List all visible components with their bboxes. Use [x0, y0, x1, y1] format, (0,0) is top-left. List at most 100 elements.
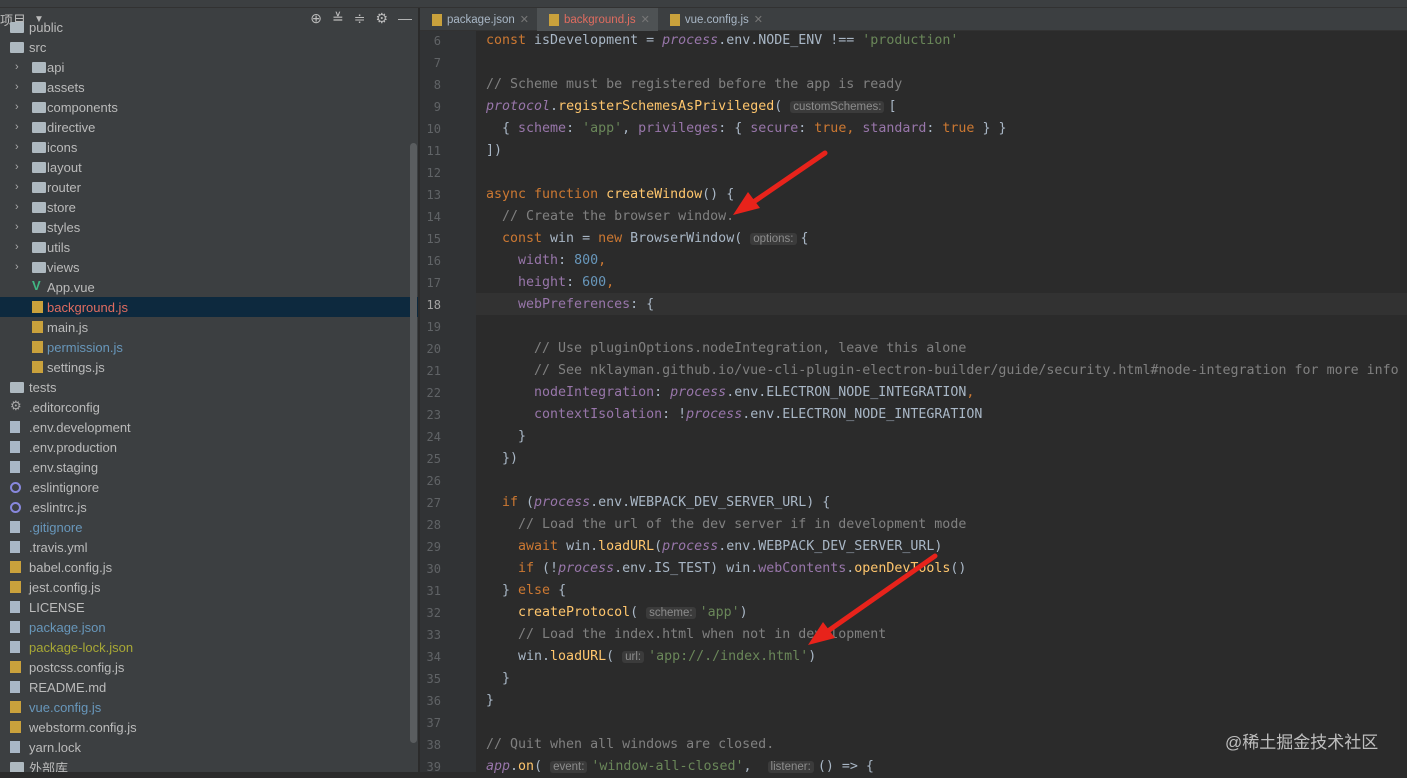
- code-token: : {: [630, 297, 655, 312]
- tree-item[interactable]: .eslintrc.js: [0, 497, 418, 517]
- tree-item[interactable]: › layout: [0, 157, 418, 177]
- tree-item-label: public: [29, 19, 63, 35]
- tree-item[interactable]: .env.production: [0, 437, 418, 457]
- line-number: 16: [426, 254, 441, 268]
- tree-item[interactable]: › views: [0, 257, 418, 277]
- tree-item[interactable]: README.md: [0, 677, 418, 697]
- tree-item[interactable]: › api: [0, 57, 418, 77]
- tree-item[interactable]: yarn.lock: [0, 737, 418, 757]
- file-icon: [10, 461, 20, 473]
- js-file-icon: [10, 661, 21, 673]
- chevron-right-icon[interactable]: ›: [15, 121, 19, 133]
- code-token: async function: [486, 187, 607, 202]
- tree-item-label: layout: [47, 159, 82, 175]
- chevron-right-icon[interactable]: ›: [15, 81, 19, 93]
- line-number: 35: [426, 672, 441, 686]
- sidebar-scrollbar[interactable]: [410, 143, 417, 743]
- tree-item[interactable]: › utils: [0, 237, 418, 257]
- close-icon[interactable]: ✕: [641, 13, 650, 26]
- tree-item[interactable]: › assets: [0, 77, 418, 97]
- code-token: BrowserWindow(: [630, 231, 751, 246]
- tree-item[interactable]: package-lock.json: [0, 637, 418, 657]
- tree-item[interactable]: V App.vue: [0, 277, 418, 297]
- parameter-hint: scheme:: [646, 607, 696, 619]
- code-token: // Scheme must be registered before the …: [486, 77, 903, 92]
- tree-item[interactable]: package.json: [0, 617, 418, 637]
- tab-package-json[interactable]: package.json ✕: [420, 8, 537, 31]
- tree-item[interactable]: babel.config.js: [0, 557, 418, 577]
- chevron-right-icon[interactable]: ›: [15, 201, 19, 213]
- tree-item[interactable]: .travis.yml: [0, 537, 418, 557]
- file-icon: [10, 502, 21, 513]
- tree-item[interactable]: LICENSE: [0, 597, 418, 617]
- code-token: } }: [974, 121, 1007, 136]
- chevron-right-icon[interactable]: ›: [15, 161, 19, 173]
- chevron-down-icon[interactable]: ⌄: [0, 41, 2, 54]
- tree-item[interactable]: public: [0, 17, 418, 37]
- chevron-right-icon[interactable]: ›: [15, 261, 19, 273]
- tree-item[interactable]: › components: [0, 97, 418, 117]
- chevron-right-icon[interactable]: ›: [15, 101, 19, 113]
- tree-item-label: LICENSE: [29, 599, 85, 615]
- file-icon: [669, 13, 680, 26]
- tree-item[interactable]: background.js: [0, 297, 418, 317]
- tab-vue-config-js[interactable]: vue.config.js ✕: [658, 8, 771, 31]
- folder-icon: [32, 182, 46, 193]
- tree-item[interactable]: settings.js: [0, 357, 418, 377]
- tree-item-label: babel.config.js: [29, 559, 113, 575]
- code-token: loadURL: [598, 539, 655, 554]
- close-icon[interactable]: ✕: [520, 13, 529, 26]
- tree-item[interactable]: jest.config.js: [0, 577, 418, 597]
- tree-item[interactable]: .eslintignore: [0, 477, 418, 497]
- folder-icon: [32, 262, 46, 273]
- close-icon[interactable]: ✕: [754, 13, 763, 26]
- code-token: ]): [486, 143, 503, 158]
- chevron-right-icon[interactable]: ›: [15, 141, 19, 153]
- code-token: createWindow: [606, 187, 703, 202]
- code-token: webContents: [758, 561, 847, 576]
- tree-item[interactable]: vue.config.js: [0, 697, 418, 717]
- tree-item[interactable]: postcss.config.js: [0, 657, 418, 677]
- js-file-icon: [10, 701, 21, 713]
- line-number: 25: [426, 452, 441, 466]
- code-token: win.: [486, 649, 551, 664]
- chevron-right-icon[interactable]: ›: [15, 221, 19, 233]
- tree-item[interactable]: .env.development: [0, 417, 418, 437]
- tree-item[interactable]: ⚙ .editorconfig: [0, 397, 418, 417]
- code-line: // Quit when all windows are closed.: [486, 734, 774, 756]
- file-icon: [10, 741, 20, 753]
- chevron-right-icon[interactable]: ›: [15, 181, 19, 193]
- tree-item-label: settings.js: [47, 359, 105, 375]
- tree-item[interactable]: ⌄ src: [0, 37, 418, 57]
- tree-item[interactable]: 外部库: [0, 757, 418, 772]
- file-icon: [10, 601, 20, 613]
- tree-item-label: postcss.config.js: [29, 659, 125, 675]
- code-editor[interactable]: const isDevelopment = process.env.NODE_E…: [486, 31, 1407, 774]
- code-token: .env.ELECTRON_NODE_INTEGRATION: [726, 385, 967, 400]
- code-token: new: [598, 231, 631, 246]
- tree-item[interactable]: › store: [0, 197, 418, 217]
- tree-item-label: webstorm.config.js: [29, 719, 137, 735]
- tree-item-label: .eslintignore: [29, 479, 100, 495]
- code-token: 600: [582, 275, 607, 290]
- tree-item[interactable]: permission.js: [0, 337, 418, 357]
- tree-item[interactable]: › directive: [0, 117, 418, 137]
- code-token: }: [486, 583, 519, 598]
- code-line: // See nklayman.github.io/vue-cli-plugin…: [486, 360, 1399, 382]
- tree-item[interactable]: › icons: [0, 137, 418, 157]
- tree-item[interactable]: tests: [0, 377, 418, 397]
- tree-item[interactable]: › router: [0, 177, 418, 197]
- chevron-right-icon[interactable]: ›: [15, 61, 19, 73]
- tree-item[interactable]: webstorm.config.js: [0, 717, 418, 737]
- code-token: {: [800, 231, 809, 246]
- code-token: true: [814, 121, 847, 136]
- code-line: nodeIntegration: process.env.ELECTRON_NO…: [486, 382, 974, 404]
- tree-item[interactable]: › styles: [0, 217, 418, 237]
- tab-background-js[interactable]: background.js ✕: [537, 8, 658, 31]
- tree-item[interactable]: .gitignore: [0, 517, 418, 537]
- folder-icon: [32, 122, 46, 133]
- tree-item[interactable]: main.js: [0, 317, 418, 337]
- tree-item[interactable]: .env.staging: [0, 457, 418, 477]
- chevron-right-icon[interactable]: ›: [15, 241, 19, 253]
- line-number: 10: [426, 122, 441, 136]
